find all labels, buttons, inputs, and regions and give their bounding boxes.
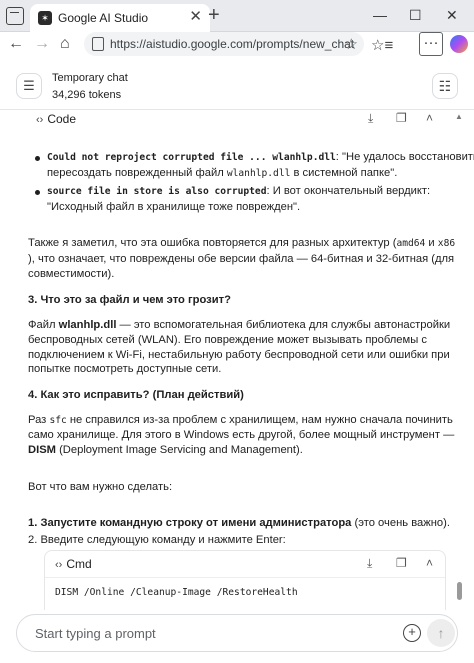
list-item: 1. Запустите командную строку от имени а… [28,517,450,529]
minimize-icon[interactable]: — [373,6,387,24]
scroll-up-icon[interactable]: ▲ [455,112,463,121]
scrollbar-thumb[interactable] [457,582,462,600]
code-label-text: Code [47,112,77,126]
copy-icon[interactable]: ❐ [396,111,407,125]
list-item: source file in store is also corrupted: … [47,185,431,197]
favorites-icon[interactable]: ☆≡ [371,36,393,54]
code-block-header: ‹› Code ⤓ ❐ ˄ [28,110,446,131]
cmd-label-text: Cmd [66,557,92,571]
page-info-icon[interactable] [92,37,104,51]
section-heading-3: 3. Что это за файл и чем это грозит? [28,294,231,306]
tab-actions-icon[interactable] [6,7,24,25]
prompt-input[interactable] [35,623,395,643]
download-icon[interactable]: ⤓ [367,556,372,571]
copilot-icon[interactable] [450,35,468,53]
window-close-icon[interactable]: ✕ [446,6,458,24]
bullet-dot [35,190,40,195]
paragraph-line: DISM (Deployment Image Servicing and Man… [28,444,303,456]
tab-title: Google AI Studio [58,11,149,25]
paragraph-line: беспроводных сетей (WLAN). Его поврежден… [28,334,427,346]
add-media-icon[interactable]: + [403,624,421,642]
cmd-chevron-icon: ‹› [55,559,63,571]
cmd-text[interactable]: DISM /Online /Cleanup-Image /RestoreHeal… [55,587,298,598]
send-icon[interactable]: ↑ [427,619,455,647]
divider [45,577,445,578]
cmd-code-block: ‹› Cmd ⤓ ❐ ˄ DISM /Online /Cleanup-Image … [44,550,446,610]
forward-icon[interactable]: → [34,35,50,53]
prompt-box: + ↑ [16,614,458,652]
collapse-icon[interactable]: ˄ [426,556,433,570]
sidebar-toggle-icon[interactable]: ☰ [16,73,42,99]
new-tab-icon[interactable]: + [208,5,220,25]
chat-title: Temporary chat [52,72,128,84]
app-header: ☰ Temporary chat 34,296 tokens ☷ [0,62,474,110]
paragraph-line: подключением к Wi-Fi, нестабильную работ… [28,349,450,361]
address-bar[interactable]: https://aistudio.google.com/prompts/new_… [84,32,364,56]
paragraph-line: само хранилище. Для этого в Windows есть… [28,429,455,441]
download-icon[interactable]: ⤓ [368,111,373,126]
paragraph-line: попытке посмотреть доступные сети. [28,363,222,375]
paragraph-line: совместимости). [28,268,115,280]
url-text[interactable]: https://aistudio.google.com/prompts/new_… [110,37,354,51]
bookmark-star-icon[interactable]: ☆ [345,35,358,53]
paragraph-line: Вот что вам нужно сделать: [28,481,173,493]
section-heading-4: 4. Как это исправить? (План действий) [28,389,244,401]
copy-icon[interactable]: ❐ [396,556,407,570]
home-icon[interactable]: ⌂ [60,35,70,53]
tab-close-icon[interactable]: ✕ [189,9,202,25]
cmd-block-label[interactable]: ‹› Cmd [55,557,92,571]
paragraph-line: Файл wlanhlp.dll — это вспомогательная б… [28,319,451,331]
run-settings-icon[interactable]: ☷ [432,73,458,99]
browser-tab[interactable]: ✶ Google AI Studio ✕ [30,4,210,32]
token-count: 34,296 tokens [52,89,122,101]
back-icon[interactable]: ← [8,35,24,53]
list-item: Could not reproject corrupted file ... w… [47,151,474,163]
list-item-cont: пересоздать поврежденный файл wlanhlp.dl… [47,167,398,179]
paragraph-line: ), что означает, что повреждены обе верс… [28,253,455,265]
browser-toolbar: ← → ⌂ https://aistudio.google.com/prompt… [0,32,474,58]
list-item-cont: "Исходный файл в хранилище тоже поврежде… [47,201,301,213]
paragraph-line: Раз sfc не справился из-за проблем с хра… [28,414,453,426]
ai-studio-favicon-icon: ✶ [38,11,52,25]
code-block-label[interactable]: ‹› Code [36,112,76,126]
chat-content[interactable]: ‹› Code ⤓ ❐ ˄ Could not reproject corrupt… [0,110,474,610]
collapse-icon[interactable]: ˄ [426,111,433,125]
bullet-dot [35,156,40,161]
list-item: 2. Введите следующую команду и нажмите E… [28,534,286,546]
maximize-icon[interactable]: ☐ [409,6,422,24]
more-menu-icon[interactable]: ··· [419,32,443,56]
code-chevron-icon: ‹› [36,114,44,126]
browser-titlebar: ✶ Google AI Studio ✕ + — ☐ ✕ [0,0,474,32]
paragraph-line: Также я заметил, что эта ошибка повторяе… [28,237,456,249]
